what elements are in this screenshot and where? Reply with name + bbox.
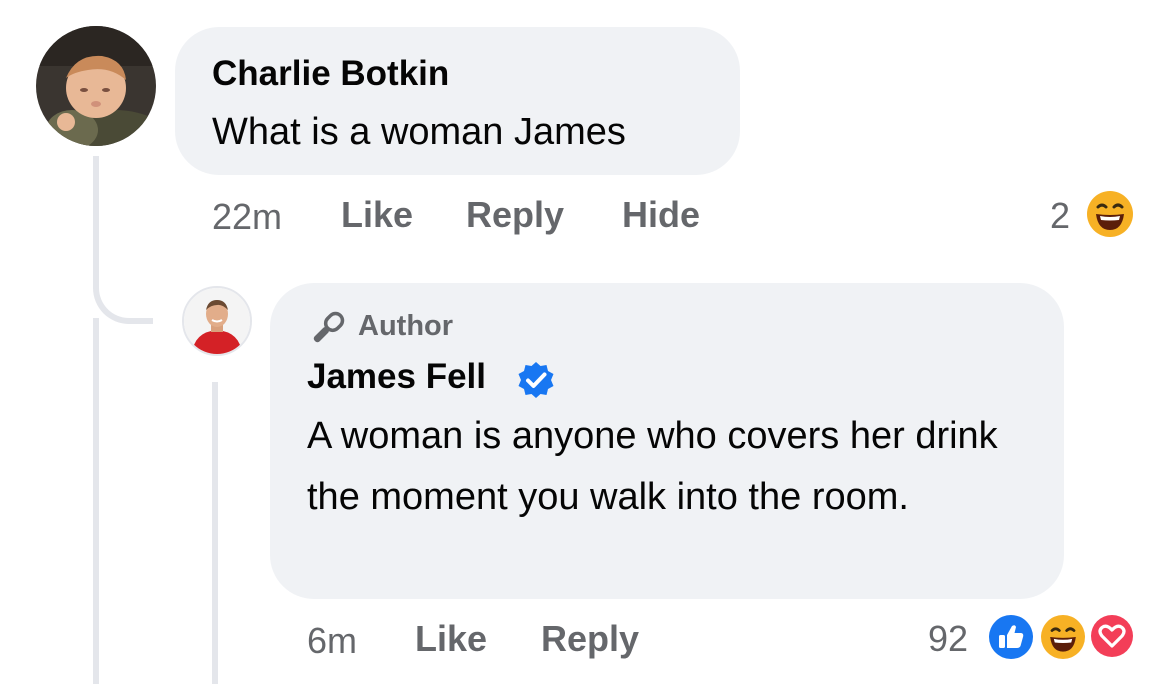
reply-author-name[interactable]: James Fell <box>307 357 486 397</box>
avatar-charlie-botkin[interactable] <box>36 26 156 146</box>
comment-hide-button[interactable]: Hide <box>622 194 700 236</box>
comment-text: What is a woman James <box>212 111 626 153</box>
comment-like-button[interactable]: Like <box>341 194 413 236</box>
reply-reaction-count[interactable]: 92 <box>928 618 968 660</box>
love-icon[interactable] <box>1088 612 1136 660</box>
haha-icon[interactable] <box>1038 612 1088 662</box>
avatar-james-fell[interactable] <box>182 286 252 356</box>
comment-reply-button[interactable]: Reply <box>466 194 564 236</box>
author-badge-label: Author <box>358 310 454 342</box>
reply-text: A woman is anyone who covers her drink t… <box>307 415 998 518</box>
reply-like-button[interactable]: Like <box>415 618 487 660</box>
reply-reply-button[interactable]: Reply <box>541 618 639 660</box>
microphone-icon <box>306 308 348 350</box>
comment-timestamp[interactable]: 22m <box>212 196 282 238</box>
verified-badge-icon <box>516 360 556 400</box>
haha-icon[interactable] <box>1086 190 1134 238</box>
reply-timestamp[interactable]: 6m <box>307 620 357 662</box>
like-icon[interactable] <box>986 612 1036 662</box>
comment-author-name[interactable]: Charlie Botkin <box>212 54 449 94</box>
thread-connector-curve <box>93 250 153 324</box>
thread-line-reply <box>212 382 218 684</box>
comment-reaction-count[interactable]: 2 <box>1050 195 1070 237</box>
thread-line-main-lower <box>93 318 99 684</box>
